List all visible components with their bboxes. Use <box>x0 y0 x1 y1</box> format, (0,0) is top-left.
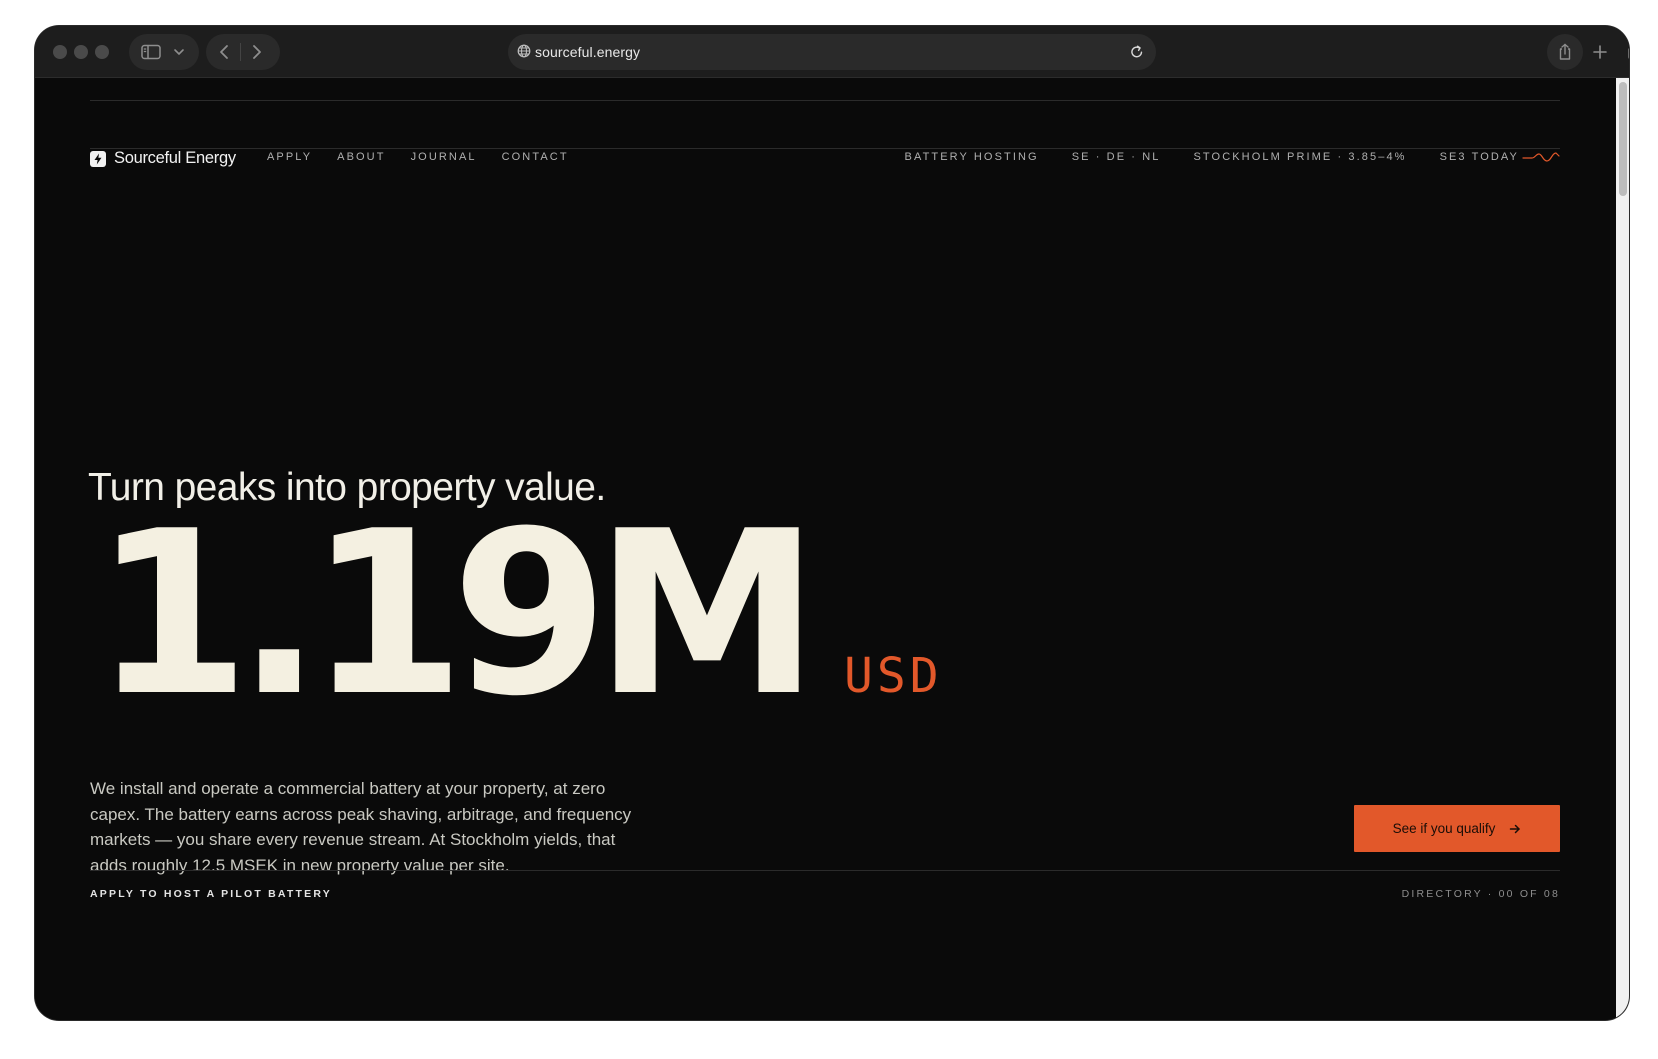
brand-logo-link[interactable]: Sourceful Energy <box>90 149 236 168</box>
browser-titlebar: sourceful.energy <box>35 26 1629 78</box>
arrow-right-icon <box>1510 824 1521 833</box>
meta-stockholm-prime: STOCKHOLM PRIME · 3.85–4% <box>1193 151 1407 163</box>
nav-link-apply[interactable]: APPLY <box>267 151 312 163</box>
nav-link-about[interactable]: ABOUT <box>337 151 385 163</box>
plus-icon <box>1593 45 1607 59</box>
tab-overview-button[interactable] <box>1617 34 1629 70</box>
nav-link-contact[interactable]: CONTACT <box>502 151 569 163</box>
tab-overview-icon <box>1628 48 1629 59</box>
hero-currency: USD <box>844 648 943 704</box>
cta-label: See if you qualify <box>1392 821 1496 836</box>
address-bar[interactable]: sourceful.energy <box>508 34 1156 70</box>
history-nav <box>206 34 280 70</box>
footer-rule <box>90 870 1560 871</box>
directory-counter: DIRECTORY · 00 OF 08 <box>1401 888 1560 900</box>
zoom-window-button[interactable] <box>95 45 109 59</box>
meta-markets: SE · DE · NL <box>1071 151 1161 163</box>
sidebar-icon <box>141 44 161 60</box>
address-url: sourceful.energy <box>535 44 641 60</box>
brand-name: Sourceful Energy <box>114 149 236 167</box>
meta-se3-label: SE3 TODAY <box>1439 151 1519 163</box>
meta-se3-today: SE3 TODAY <box>1440 151 1560 163</box>
header-top-rule <box>90 100 1560 101</box>
lightning-bolt-icon <box>90 150 106 167</box>
primary-nav: APPLY ABOUT JOURNAL CONTACT <box>267 151 569 163</box>
header-bottom-rule <box>90 148 1560 149</box>
page-scrollbar[interactable] <box>1616 78 1629 1020</box>
share-button[interactable] <box>1547 34 1583 70</box>
header-meta: BATTERY HOSTING SE · DE · NL STOCKHOLM P… <box>905 151 1560 163</box>
scrollbar-thumb[interactable] <box>1619 82 1627 196</box>
globe-icon <box>517 44 531 58</box>
forward-arrow-icon[interactable] <box>251 44 263 60</box>
browser-window: sourceful.energy Sourceful Energy APPLY … <box>35 26 1629 1020</box>
new-tab-button[interactable] <box>1582 34 1618 70</box>
meta-battery-hosting: BATTERY HOSTING <box>904 151 1039 163</box>
apply-pilot-link[interactable]: APPLY TO HOST A PILOT BATTERY <box>90 888 332 900</box>
chevron-down-icon[interactable] <box>173 48 185 56</box>
hero-description: We install and operate a commercial batt… <box>90 779 632 875</box>
minimize-window-button[interactable] <box>74 45 88 59</box>
share-icon <box>1559 43 1571 60</box>
nav-separator <box>240 43 241 61</box>
sidebar-toggle-button[interactable] <box>129 34 199 70</box>
nav-link-journal[interactable]: JOURNAL <box>411 151 477 163</box>
back-arrow-icon[interactable] <box>218 44 230 60</box>
close-window-button[interactable] <box>53 45 67 59</box>
web-page: Sourceful Energy APPLY ABOUT JOURNAL CON… <box>35 78 1616 1020</box>
reload-icon[interactable] <box>1130 44 1144 59</box>
hero-value: 1.19M <box>93 483 820 746</box>
sparkline-icon <box>1522 152 1560 162</box>
see-if-you-qualify-button[interactable]: See if you qualify <box>1354 805 1560 852</box>
